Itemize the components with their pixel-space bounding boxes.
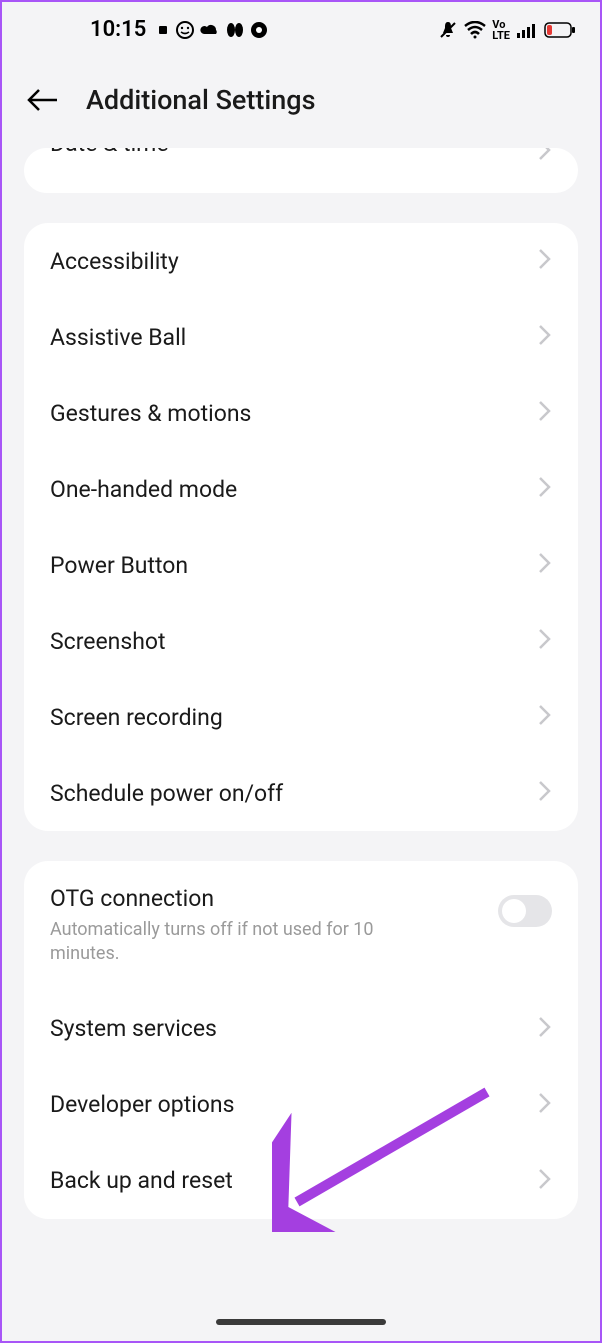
settings-row-screenshot[interactable]: Screenshot [24, 603, 578, 679]
status-right-icons: VoLTE [438, 19, 576, 41]
page-title: Additional Settings [86, 84, 316, 116]
mute-icon [438, 20, 458, 40]
row-label: Back up and reset [50, 1167, 233, 1194]
row-label: Screenshot [50, 628, 166, 655]
settings-row-power-button[interactable]: Power Button [24, 527, 578, 603]
chevron-right-icon [538, 628, 552, 654]
status-left-icons [156, 21, 268, 39]
settings-row-schedule-power[interactable]: Schedule power on/off [24, 755, 578, 831]
chevron-right-icon [538, 704, 552, 730]
app-header: Additional Settings [2, 57, 600, 142]
chevron-right-icon [538, 248, 552, 274]
back-button[interactable] [22, 79, 64, 121]
status-time: 10:15 [90, 17, 146, 42]
chevron-right-icon [538, 400, 552, 426]
arrow-left-icon [26, 87, 60, 113]
card-accessibility-group: Accessibility Assistive Ball Gestures & … [24, 223, 578, 831]
settings-row-otg[interactable]: OTG connection Automatically turns off i… [24, 861, 578, 991]
settings-row-date-time[interactable]: Date & time [24, 148, 578, 193]
chevron-right-icon [538, 324, 552, 350]
chevron-right-icon [538, 1016, 552, 1042]
settings-row-one-handed[interactable]: One-handed mode [24, 451, 578, 527]
settings-row-assistive-ball[interactable]: Assistive Ball [24, 299, 578, 375]
row-label: Gestures & motions [50, 400, 251, 427]
settings-row-accessibility[interactable]: Accessibility [24, 223, 578, 299]
row-label: Accessibility [50, 248, 179, 275]
battery-dot-icon [156, 23, 170, 37]
status-bar: 10:15 VoLTE [2, 2, 600, 57]
settings-row-back-up-and-reset[interactable]: Back up and reset [24, 1143, 578, 1219]
battery-icon [544, 22, 576, 38]
row-label: Developer options [50, 1091, 235, 1118]
row-label: Schedule power on/off [50, 780, 283, 807]
chevron-right-icon [538, 552, 552, 578]
card-partial: Date & time [24, 148, 578, 193]
face-icon [176, 21, 194, 39]
chevron-right-icon [538, 1092, 552, 1118]
settings-row-gestures[interactable]: Gestures & motions [24, 375, 578, 451]
chevron-right-icon [538, 1168, 552, 1194]
cloud-icon [200, 23, 220, 37]
volte-icon: VoLTE [492, 19, 510, 41]
row-label: One-handed mode [50, 476, 237, 503]
settings-row-screen-recording[interactable]: Screen recording [24, 679, 578, 755]
card-system-group: OTG connection Automatically turns off i… [24, 861, 578, 1219]
settings-row-system-services[interactable]: System services [24, 991, 578, 1067]
home-indicator[interactable] [216, 1319, 386, 1325]
row-label: Power Button [50, 552, 188, 579]
chevron-right-icon [538, 780, 552, 806]
chevron-right-icon [538, 148, 552, 165]
circle-icon [250, 21, 268, 39]
row-label: Screen recording [50, 704, 223, 731]
pill-icon [226, 22, 244, 38]
row-label: System services [50, 1015, 217, 1042]
chevron-right-icon [538, 476, 552, 502]
row-subtitle: Automatically turns off if not used for … [50, 918, 430, 967]
row-label: Date & time [50, 148, 169, 157]
row-label: Assistive Ball [50, 324, 186, 351]
wifi-icon [464, 21, 486, 39]
settings-row-developer-options[interactable]: Developer options [24, 1067, 578, 1143]
row-label: OTG connection [50, 885, 430, 912]
signal-icon [516, 21, 538, 39]
otg-toggle[interactable] [498, 895, 552, 927]
